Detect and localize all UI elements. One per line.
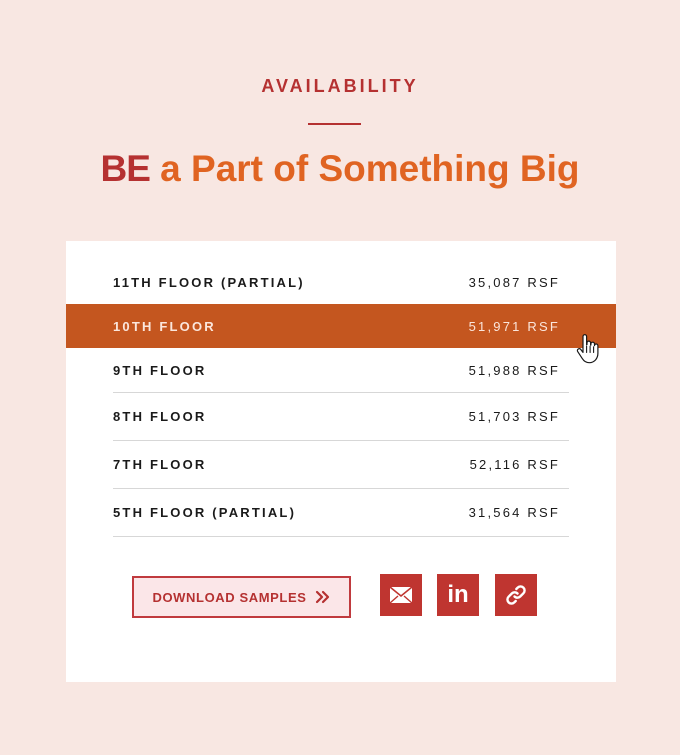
share-email-button[interactable] bbox=[380, 574, 422, 616]
share-linkedin-button[interactable]: in bbox=[437, 574, 479, 616]
linkedin-icon: in bbox=[447, 581, 469, 608]
floor-name: 7TH FLOOR bbox=[113, 457, 207, 472]
link-icon bbox=[506, 585, 526, 605]
floor-name: 11TH FLOOR (PARTIAL) bbox=[113, 274, 305, 290]
floor-area: 51,703 RSF bbox=[468, 409, 560, 424]
floor-area: 51,988 RSF bbox=[468, 362, 560, 378]
floor-row-8[interactable]: 8TH FLOOR 51,703 RSF bbox=[113, 393, 569, 441]
headline-rest: a Part of Something Big bbox=[149, 148, 580, 189]
headline-strong: BE bbox=[100, 148, 150, 189]
floor-row-10[interactable]: 10TH FLOOR 51,971 RSF bbox=[66, 304, 616, 348]
hand-cursor-icon bbox=[576, 334, 599, 364]
double-chevron-right-icon bbox=[315, 590, 329, 604]
page-headline: BE a Part of Something Big bbox=[0, 148, 680, 190]
floor-name: 9TH FLOOR bbox=[113, 362, 207, 378]
availability-eyebrow: AVAILABILITY bbox=[261, 76, 419, 96]
floor-area: 52,116 RSF bbox=[469, 457, 560, 472]
floor-name: 8TH FLOOR bbox=[113, 409, 207, 424]
floor-area: 51,971 RSF bbox=[468, 318, 560, 334]
floor-row-5[interactable]: 5TH FLOOR (PARTIAL) 31,564 RSF bbox=[113, 489, 569, 537]
floor-area: 35,087 RSF bbox=[468, 274, 560, 290]
floor-name: 10TH FLOOR bbox=[113, 318, 216, 334]
envelope-icon bbox=[389, 586, 413, 604]
floor-row-7[interactable]: 7TH FLOOR 52,116 RSF bbox=[113, 441, 569, 489]
eyebrow-divider bbox=[308, 123, 361, 125]
floor-name: 5TH FLOOR (PARTIAL) bbox=[113, 505, 297, 520]
floor-row-11[interactable]: 11TH FLOOR (PARTIAL) 35,087 RSF bbox=[113, 260, 569, 304]
copy-link-button[interactable] bbox=[495, 574, 537, 616]
download-samples-button[interactable]: DOWNLOAD SAMPLES bbox=[132, 576, 351, 618]
download-label: DOWNLOAD SAMPLES bbox=[152, 589, 307, 605]
floor-row-9[interactable]: 9TH FLOOR 51,988 RSF bbox=[113, 348, 569, 393]
floor-area: 31,564 RSF bbox=[468, 505, 560, 520]
